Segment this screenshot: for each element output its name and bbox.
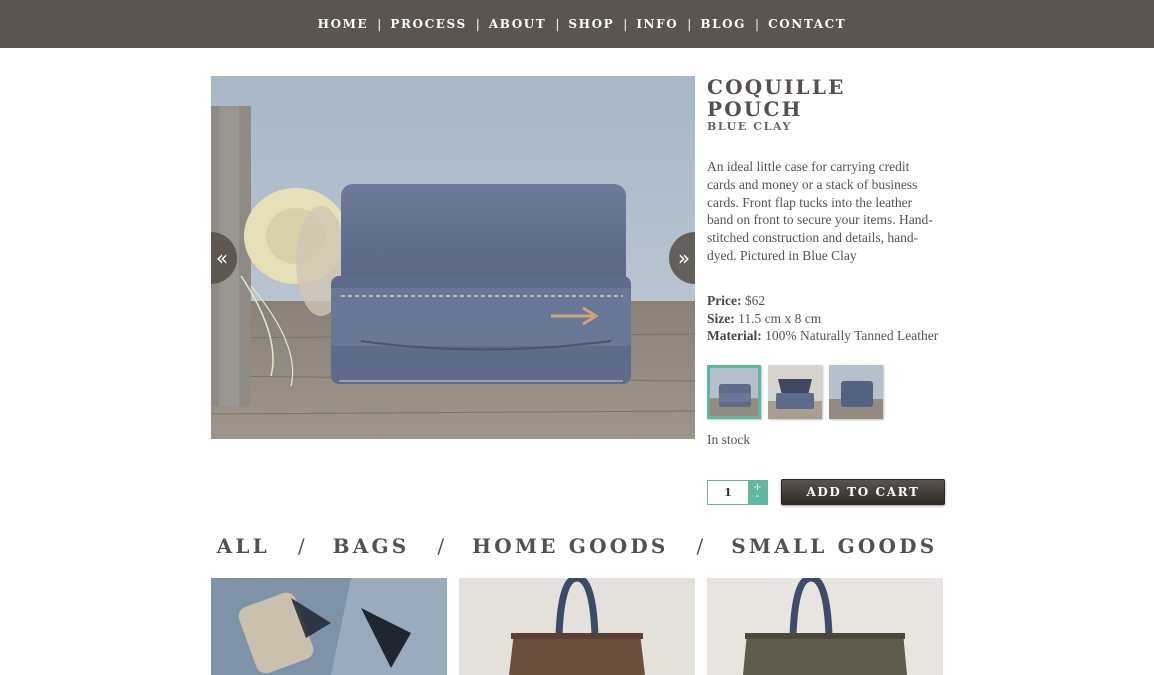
quantity-input[interactable] <box>708 480 748 504</box>
decrement-icon[interactable]: - <box>756 492 760 502</box>
size-row: Size: 11.5 cm x 8 cm <box>707 310 947 328</box>
price-row: Price: $62 <box>707 292 947 310</box>
nav-shop-link[interactable]: SHOP <box>568 17 614 31</box>
thumbnail-image <box>768 365 822 420</box>
thumbnail-3[interactable] <box>829 365 883 420</box>
nav-about-link[interactable]: ABOUT <box>489 17 547 31</box>
top-navigation: HOME | PROCESS | ABOUT | SHOP | INFO | B… <box>0 0 1154 48</box>
category-filter: ALL / BAGS / HOME GOODS / SMALL GOODS <box>0 534 1154 558</box>
thumbnail-image <box>710 368 758 417</box>
size-label: Size: <box>707 310 735 326</box>
category-separator: / <box>297 534 305 558</box>
product-title: COQUILLE POUCH <box>707 75 846 121</box>
category-all[interactable]: ALL <box>217 534 270 558</box>
price-value: $62 <box>744 292 766 308</box>
add-to-cart-button[interactable]: ADD TO CART <box>781 479 945 505</box>
quantity-stepper[interactable]: + - <box>748 480 767 504</box>
grid-product-1[interactable] <box>211 578 447 675</box>
grid-product-2[interactable] <box>459 578 695 675</box>
thumbnail-strip <box>707 365 947 420</box>
grid-product-image <box>459 578 695 675</box>
quantity-control: + - <box>707 479 768 505</box>
material-row: Material: 100% Naturally Tanned Leather <box>707 327 947 345</box>
thumbnail-1[interactable] <box>707 365 761 420</box>
nav-separator: | <box>623 17 628 31</box>
price-label: Price: <box>707 292 742 308</box>
grid-product-image <box>211 578 447 675</box>
add-to-cart-row: + - ADD TO CART <box>707 479 945 505</box>
material-value: 100% Naturally Tanned Leather <box>765 328 939 344</box>
product-variant: BLUE CLAY <box>707 120 792 133</box>
category-small-goods[interactable]: SMALL GOODS <box>731 534 937 558</box>
product-info-panel: COQUILLE POUCH BLUE CLAY An ideal little… <box>707 76 947 448</box>
product-description: An ideal little case for carrying credit… <box>707 159 933 263</box>
nav-separator: | <box>755 17 760 31</box>
nav-separator: | <box>377 17 382 31</box>
nav-contact-link[interactable]: CONTACT <box>768 17 846 31</box>
material-label: Material: <box>707 328 762 344</box>
nav-blog-link[interactable]: BLOG <box>700 17 746 31</box>
thumbnail-image <box>829 365 883 420</box>
stock-status: In stock <box>707 432 751 448</box>
nav-process-link[interactable]: PROCESS <box>390 17 466 31</box>
grid-product-3[interactable] <box>707 578 943 675</box>
nav-home-link[interactable]: HOME <box>318 17 369 31</box>
category-home-goods[interactable]: HOME GOODS <box>472 534 668 558</box>
category-separator: / <box>696 534 704 558</box>
category-bags[interactable]: BAGS <box>333 534 410 558</box>
nav-row: HOME | PROCESS | ABOUT | SHOP | INFO | B… <box>318 17 847 31</box>
nav-separator: | <box>555 17 560 31</box>
nav-info-link[interactable]: INFO <box>636 17 678 31</box>
product-specs: Price: $62 Size: 11.5 cm x 8 cm Material… <box>707 292 947 345</box>
nav-separator: | <box>687 17 692 31</box>
product-grid <box>211 578 943 675</box>
category-separator: / <box>437 534 445 558</box>
nav-separator: | <box>475 17 480 31</box>
pouch-photo <box>211 76 695 439</box>
product-main-image: « » <box>211 76 695 439</box>
size-value: 11.5 cm x 8 cm <box>738 310 822 326</box>
thumbnail-2[interactable] <box>768 365 822 420</box>
grid-product-image <box>707 578 943 675</box>
